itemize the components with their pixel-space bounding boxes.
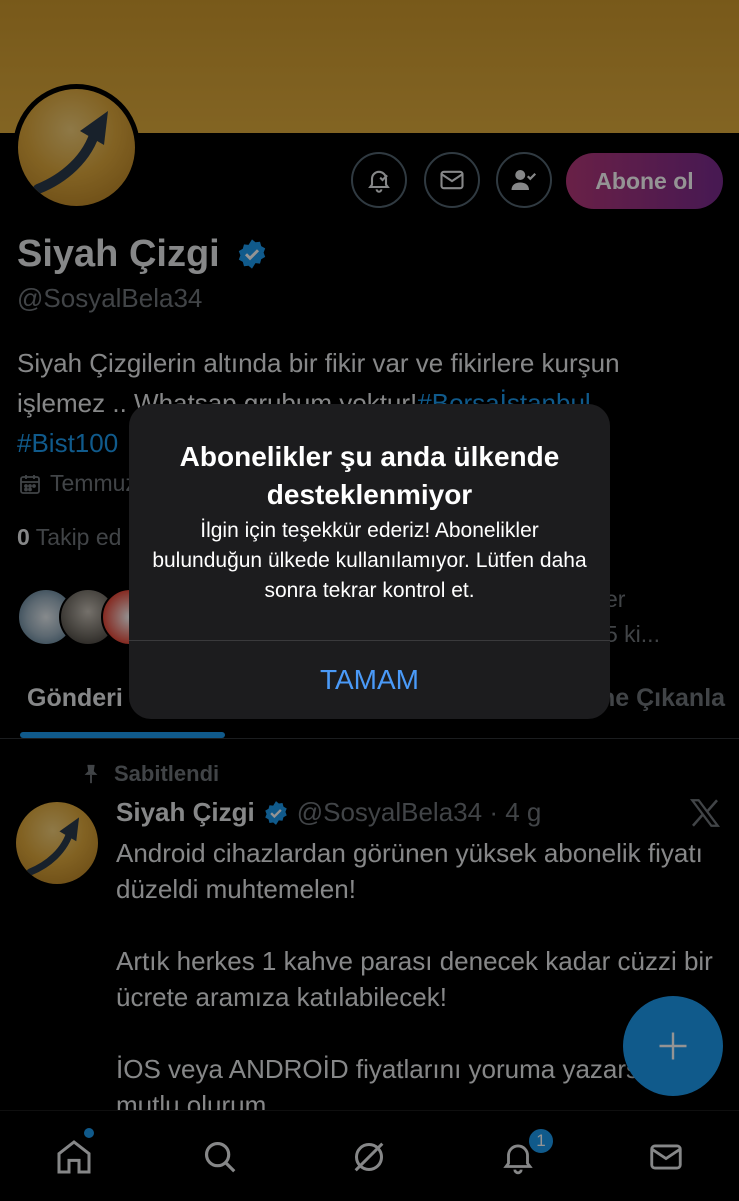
alert-dialog: Abonelikler şu anda ülkende desteklenmiy… (129, 404, 610, 719)
alert-message: İlgin için teşekkür ederiz! Abonelikler … (152, 519, 587, 602)
profile-page: Abone ol Siyah Çizgi @SosyalBela34 Siyah… (0, 0, 739, 1201)
alert-ok-button[interactable]: TAMAM (129, 641, 610, 719)
alert-title: Abonelikler şu anda ülkende desteklenmiy… (179, 441, 560, 510)
